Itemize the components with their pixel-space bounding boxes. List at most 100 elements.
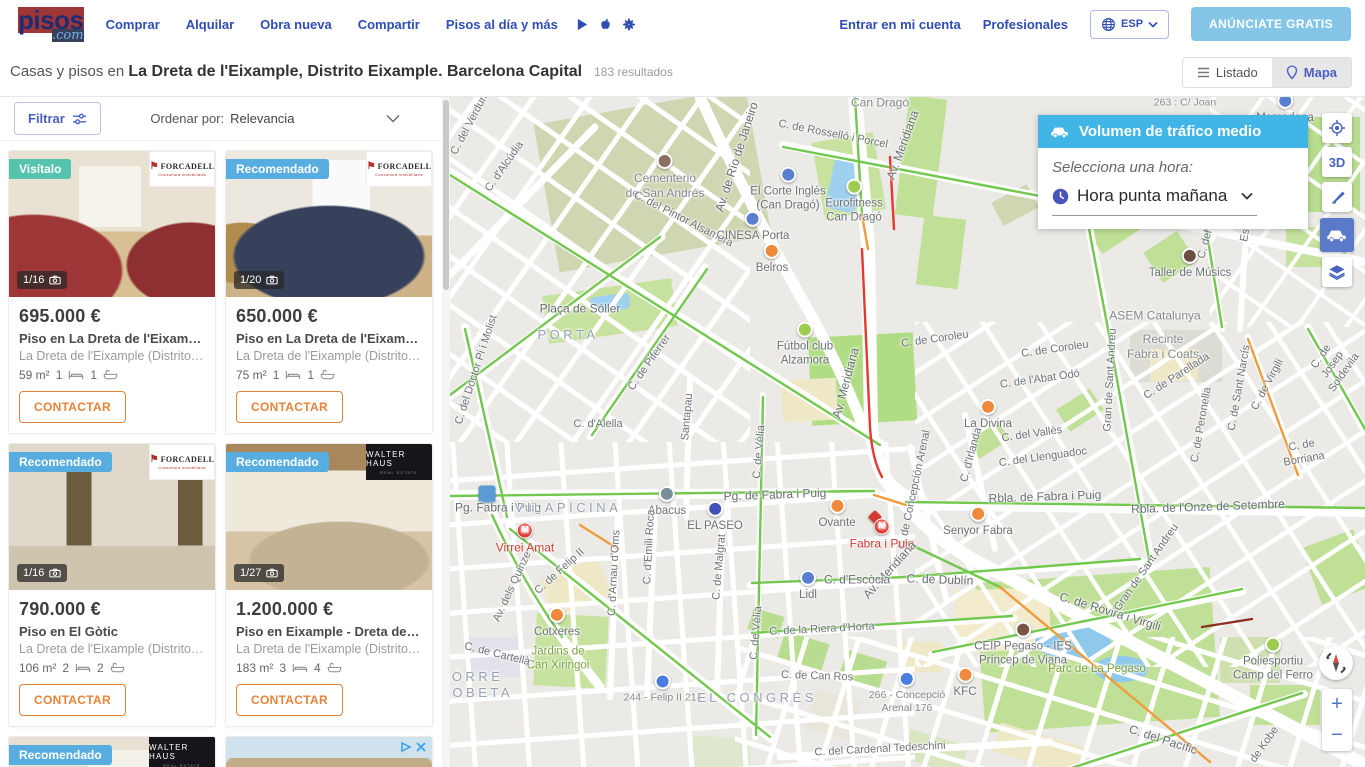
listing-beds: 3 (279, 661, 286, 675)
sort-control[interactable]: Ordenar por: Relevancia (101, 111, 450, 126)
map-label: C. de Josep Soldevila (1303, 335, 1362, 395)
listing-baths: 2 (97, 661, 104, 675)
language-selector[interactable]: ESP (1090, 10, 1169, 39)
traffic-layer-button[interactable] (1320, 218, 1354, 252)
listing-price: 1.200.000 € (236, 599, 422, 620)
sort-label: Ordenar por: (150, 111, 224, 126)
measure-icon (1329, 189, 1346, 206)
map-poi-label: Lidl (799, 570, 817, 602)
map-canvas[interactable]: C. del VerdunC. d'AlcúdiaCementerio de S… (450, 97, 1365, 767)
nav-comprar[interactable]: Comprar (106, 17, 160, 32)
bath-icon (110, 662, 125, 674)
map-poi-label: Eurofitness Can Dragó (825, 179, 883, 226)
map-poi-label: Belros (756, 243, 789, 275)
listing-details: 790.000 € Piso en El Gòtic La Dreta de l… (9, 590, 215, 726)
filter-button[interactable]: Filtrar (14, 102, 101, 135)
ad-card[interactable]: Arquitecto Gerona (225, 736, 433, 767)
logo-tld: .com (52, 29, 84, 42)
listing-card[interactable]: Recomendado WALTER HAUSREAL ESTATE 1/27 … (225, 443, 433, 727)
contact-button[interactable]: CONTACTAR (19, 391, 126, 423)
listing-features: 106 m² 2 2 (19, 661, 205, 675)
professionals-link[interactable]: Profesionales (983, 17, 1068, 32)
metro-station-label: MVirrei Amat (496, 523, 554, 556)
listing-card[interactable]: Recomendado WALTER HAUSREAL ESTATE 1/28 (8, 736, 216, 767)
scrollbar-thumb[interactable] (443, 100, 449, 290)
locate-button[interactable] (1322, 113, 1352, 143)
poi-icon (1182, 248, 1198, 264)
status-badge: Recomendado (226, 159, 329, 179)
listing-photo[interactable]: Recomendado WALTER HAUSREAL ESTATE 1/28 (9, 737, 215, 767)
poi-icon (829, 498, 845, 514)
map-label: C. de l'Abat Odó (999, 368, 1081, 393)
map-label: C. del Cardenal Tedeschini (814, 740, 946, 761)
zoom-in-button[interactable]: + (1322, 689, 1352, 720)
traffic-panel-title: Volumen de tráfico medio (1079, 123, 1261, 140)
app-store-icons (576, 17, 636, 31)
nav-compartir[interactable]: Compartir (358, 17, 420, 32)
locate-icon (1328, 119, 1346, 137)
compass-control[interactable] (1319, 646, 1353, 680)
map-label: Av. de Río de Janeiro (712, 100, 762, 213)
map-label: Av. dels Quinze (491, 550, 536, 625)
contact-button[interactable]: CONTACTAR (236, 684, 343, 716)
login-link[interactable]: Entrar en mi cuenta (839, 17, 960, 32)
map-poi-label: Cementerio de San Andrés (626, 153, 705, 201)
listing-card[interactable]: Recomendado ⚑FORCADELLConsultora inmobil… (225, 150, 433, 434)
map-label: Gran de Sant Andreu (1101, 328, 1120, 432)
close-icon[interactable] (415, 741, 427, 753)
apple-icon[interactable] (599, 17, 612, 31)
listing-details: 650.000 € Piso en La Dreta de l'Eixample… (226, 297, 432, 433)
listing-card[interactable]: Recomendado ⚑FORCADELLConsultora inmobil… (8, 443, 216, 727)
poi-icon (957, 667, 973, 683)
map-label: C. del Llenguadoc (998, 445, 1088, 471)
agency-logo: ⚑FORCADELLConsultora inmobiliaria (149, 444, 215, 480)
map-label: C. de la Riera d'Horta (769, 620, 875, 639)
hour-selected-value: Hora punta mañana (1077, 186, 1227, 206)
3d-button[interactable]: 3D (1322, 147, 1352, 177)
ad-photo[interactable] (226, 737, 432, 767)
map-poi-label: EL PASEO (687, 501, 743, 533)
map-poi-label: 266 - Concepció Arenal 176 (869, 671, 945, 715)
view-list-button[interactable]: Listado (1183, 58, 1272, 87)
advertise-free-button[interactable]: ANÚNCIATE GRATIS (1191, 7, 1351, 41)
listing-card[interactable]: Visítalo ⚑FORCADELLConsultora inmobiliar… (8, 150, 216, 434)
adchoices-icon[interactable] (400, 741, 412, 753)
contact-button[interactable]: CONTACTAR (236, 391, 343, 423)
pisos-logo[interactable]: pisos .com (18, 7, 84, 42)
nav-pisos-al-dia[interactable]: Pisos al día y más (446, 17, 558, 32)
poi-icon (707, 501, 723, 517)
layers-button[interactable] (1322, 257, 1352, 287)
listing-photo[interactable]: Recomendado ⚑FORCADELLConsultora inmobil… (226, 151, 432, 297)
listing-photo[interactable]: Visítalo ⚑FORCADELLConsultora inmobiliar… (9, 151, 215, 297)
results-count: 183 resultados (594, 65, 673, 79)
map-label: C. de Sant Narcís (1226, 344, 1255, 432)
photo-count: 1/20 (234, 271, 284, 289)
map-label: TORRE LLOBETA (450, 669, 513, 702)
listing-beds: 1 (56, 368, 63, 382)
nav-alquilar[interactable]: Alquilar (186, 17, 234, 32)
zoom-out-button[interactable]: − (1322, 720, 1352, 751)
nav-obra-nueva[interactable]: Obra nueva (260, 17, 332, 32)
view-map-button[interactable]: Mapa (1272, 58, 1351, 87)
measure-angle-button[interactable] (1322, 182, 1352, 212)
chevron-down-icon[interactable] (386, 114, 400, 123)
listing-location: La Dreta de l'Eixample (Distrito Eixampl… (236, 642, 422, 656)
huawei-icon[interactable] (622, 18, 636, 31)
map-poi-label: Ovante (818, 498, 855, 530)
listings-scrollbar[interactable] (442, 97, 450, 767)
map-poi-label: Poliesportiu Camp del Ferro (1233, 637, 1313, 684)
contact-button[interactable]: CONTACTAR (19, 684, 126, 716)
hour-select-dropdown[interactable]: Hora punta mañana (1052, 186, 1257, 216)
language-value: ESP (1121, 18, 1143, 30)
map-label: C. del Pintor Alsamora (631, 189, 735, 251)
listing-photo[interactable]: Recomendado WALTER HAUSREAL ESTATE 1/27 (226, 444, 432, 590)
map-label: Av. Meridiana (829, 346, 862, 420)
map-label: C. de Felip II (532, 546, 588, 598)
map-label: de Kobe (1248, 724, 1283, 765)
map-label: C. d'Escòcia (824, 573, 890, 588)
listing-photo[interactable]: Recomendado ⚑FORCADELLConsultora inmobil… (9, 444, 215, 590)
map-label: C. de Can Ros (781, 669, 854, 685)
google-play-icon[interactable] (576, 18, 589, 31)
listing-beds: 2 (62, 661, 69, 675)
map-poi-label: Fútbol club Alzamora (777, 322, 833, 369)
